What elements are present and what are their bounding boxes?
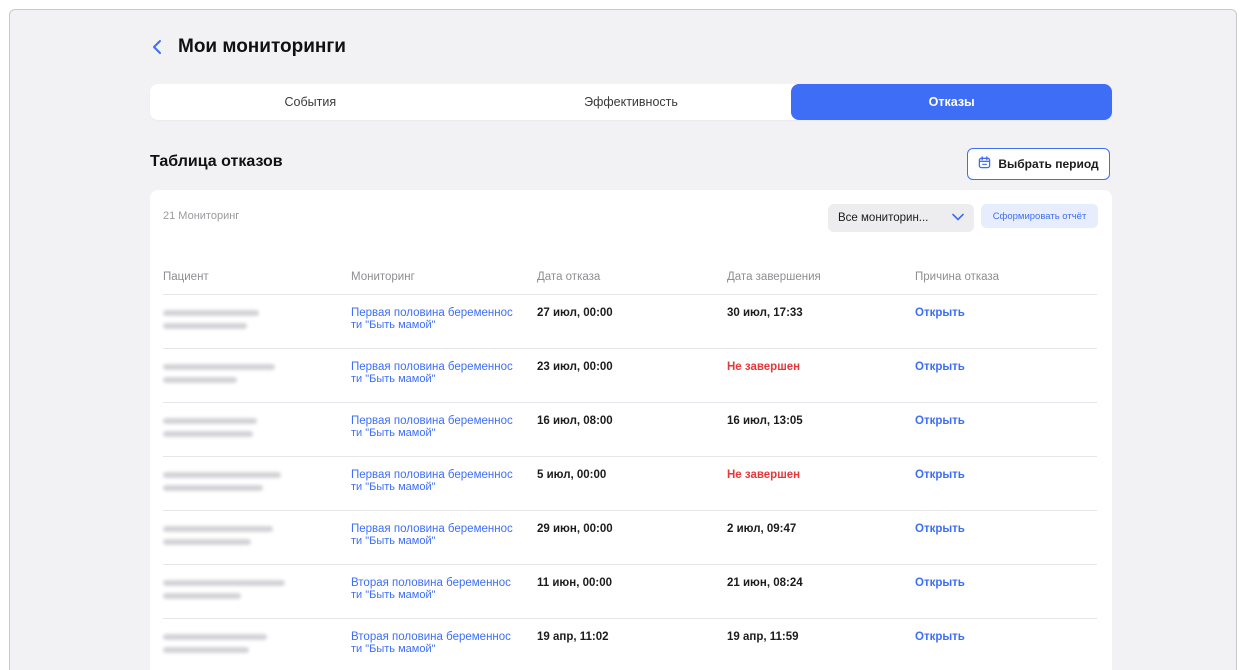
- monitoring-link[interactable]: Первая половина беременнос ти "Быть мамо…: [351, 361, 537, 402]
- tab-bar: События Эффективность Отказы: [150, 84, 1113, 120]
- monitoring-link[interactable]: Первая половина беременнос ти "Быть мамо…: [351, 415, 537, 456]
- monitoring-name-line2: ти "Быть мамой": [351, 643, 436, 655]
- end-date-not-completed: Не завершен: [727, 361, 801, 373]
- column-header-reason[interactable]: Причина отказа: [915, 271, 1097, 283]
- open-reason-link[interactable]: Открыть: [915, 523, 965, 535]
- monitoring-name-line1: Первая половина беременнос: [351, 361, 513, 373]
- end-date-not-completed: Не завершен: [727, 469, 801, 481]
- tab-refusals[interactable]: Отказы: [791, 84, 1113, 120]
- column-header-patient[interactable]: Пациент: [163, 271, 351, 283]
- chevron-left-icon[interactable]: [150, 37, 164, 57]
- filter-value: Все мониторин...: [838, 212, 929, 224]
- open-reason-link[interactable]: Открыть: [915, 577, 965, 589]
- calendar-icon: [978, 156, 991, 172]
- section-title: Таблица отказов: [150, 153, 283, 170]
- monitoring-name-line2: ти "Быть мамой": [351, 427, 436, 439]
- table-header: Пациент Мониторинг Дата отказа Дата заве…: [163, 260, 1097, 295]
- monitoring-name-line1: Первая половина беременнос: [351, 415, 513, 427]
- monitoring-name-line2: ти "Быть мамой": [351, 373, 436, 385]
- monitoring-name-line2: ти "Быть мамой": [351, 319, 436, 331]
- patient-name-redacted: [163, 307, 351, 348]
- patient-name-redacted: [163, 361, 351, 402]
- monitoring-name-line1: Вторая половина беременнос: [351, 577, 511, 589]
- refusal-date: 16 июл, 08:00: [537, 415, 613, 427]
- refusal-date: 29 июн, 00:00: [537, 523, 613, 535]
- refusal-date: 27 июл, 00:00: [537, 307, 613, 319]
- column-header-monitoring[interactable]: Мониторинг: [351, 271, 537, 283]
- patient-name-redacted: [163, 523, 351, 564]
- page-title: Мои мониторинги: [178, 36, 346, 57]
- table-row[interactable]: Первая половина беременнос ти "Быть мамо…: [163, 457, 1097, 511]
- page-header: Мои мониторинги: [150, 36, 346, 58]
- monitoring-name-line1: Вторая половина беременнос: [351, 631, 511, 643]
- select-period-button[interactable]: Выбрать период: [967, 148, 1110, 180]
- table-row[interactable]: Вторая половина беременнос ти "Быть мамо…: [163, 565, 1097, 619]
- end-date: 2 июл, 09:47: [727, 523, 797, 535]
- monitoring-name-line1: Первая половина беременнос: [351, 307, 513, 319]
- refusal-date: 11 июн, 00:00: [537, 577, 612, 589]
- table-row[interactable]: Первая половина беременнос ти "Быть мамо…: [163, 295, 1097, 349]
- select-period-label: Выбрать период: [998, 157, 1099, 171]
- end-date: 21 июн, 08:24: [727, 577, 803, 589]
- monitoring-name-line2: ти "Быть мамой": [351, 535, 436, 547]
- patient-name-redacted: [163, 577, 351, 618]
- tab-efficiency[interactable]: Эффективность: [471, 84, 792, 120]
- monitoring-name-line1: Первая половина беременнос: [351, 523, 513, 535]
- column-header-end-date[interactable]: Дата завершения: [727, 271, 915, 283]
- patient-name-redacted: [163, 469, 351, 510]
- table-row[interactable]: Вторая половина беременнос ти "Быть мамо…: [163, 619, 1097, 670]
- open-reason-link[interactable]: Открыть: [915, 631, 965, 643]
- monitoring-name-line2: ти "Быть мамой": [351, 589, 436, 601]
- table-row[interactable]: Первая половина беременнос ти "Быть мамо…: [163, 403, 1097, 457]
- monitoring-link[interactable]: Вторая половина беременнос ти "Быть мамо…: [351, 577, 537, 618]
- table-row[interactable]: Первая половина беременнос ти "Быть мамо…: [163, 511, 1097, 565]
- refusal-date: 23 июл, 00:00: [537, 361, 613, 373]
- column-header-refusal-date[interactable]: Дата отказа: [537, 271, 727, 283]
- open-reason-link[interactable]: Открыть: [915, 415, 965, 427]
- monitoring-filter-select[interactable]: Все мониторин...: [828, 204, 974, 232]
- monitoring-link[interactable]: Вторая половина беременнос ти "Быть мамо…: [351, 631, 537, 670]
- monitoring-link[interactable]: Первая половина беременнос ти "Быть мамо…: [351, 523, 537, 564]
- monitoring-link[interactable]: Первая половина беременнос ти "Быть мамо…: [351, 307, 537, 348]
- generate-report-button[interactable]: Сформировать отчёт: [981, 204, 1098, 228]
- monitoring-count: 21 Мониторинг: [163, 210, 240, 222]
- refusal-date: 19 апр, 11:02: [537, 631, 609, 643]
- refusals-card: 21 Мониторинг Все мониторин... Сформиров…: [150, 190, 1112, 670]
- chevron-down-icon: [952, 212, 964, 224]
- monitoring-name-line2: ти "Быть мамой": [351, 481, 436, 493]
- refusal-date: 5 июл, 00:00: [537, 469, 607, 481]
- app-window: Мои мониторинги События Эффективность От…: [9, 9, 1237, 670]
- table-row[interactable]: Первая половина беременнос ти "Быть мамо…: [163, 349, 1097, 403]
- monitoring-link[interactable]: Первая половина беременнос ти "Быть мамо…: [351, 469, 537, 510]
- end-date: 30 июл, 17:33: [727, 307, 803, 319]
- open-reason-link[interactable]: Открыть: [915, 361, 965, 373]
- open-reason-link[interactable]: Открыть: [915, 469, 965, 481]
- end-date: 16 июл, 13:05: [727, 415, 803, 427]
- refusals-table: Пациент Мониторинг Дата отказа Дата заве…: [163, 260, 1097, 670]
- tab-events[interactable]: События: [150, 84, 471, 120]
- monitoring-name-line1: Первая половина беременнос: [351, 469, 513, 481]
- end-date: 19 апр, 11:59: [727, 631, 799, 643]
- patient-name-redacted: [163, 631, 351, 670]
- patient-name-redacted: [163, 415, 351, 456]
- open-reason-link[interactable]: Открыть: [915, 307, 965, 319]
